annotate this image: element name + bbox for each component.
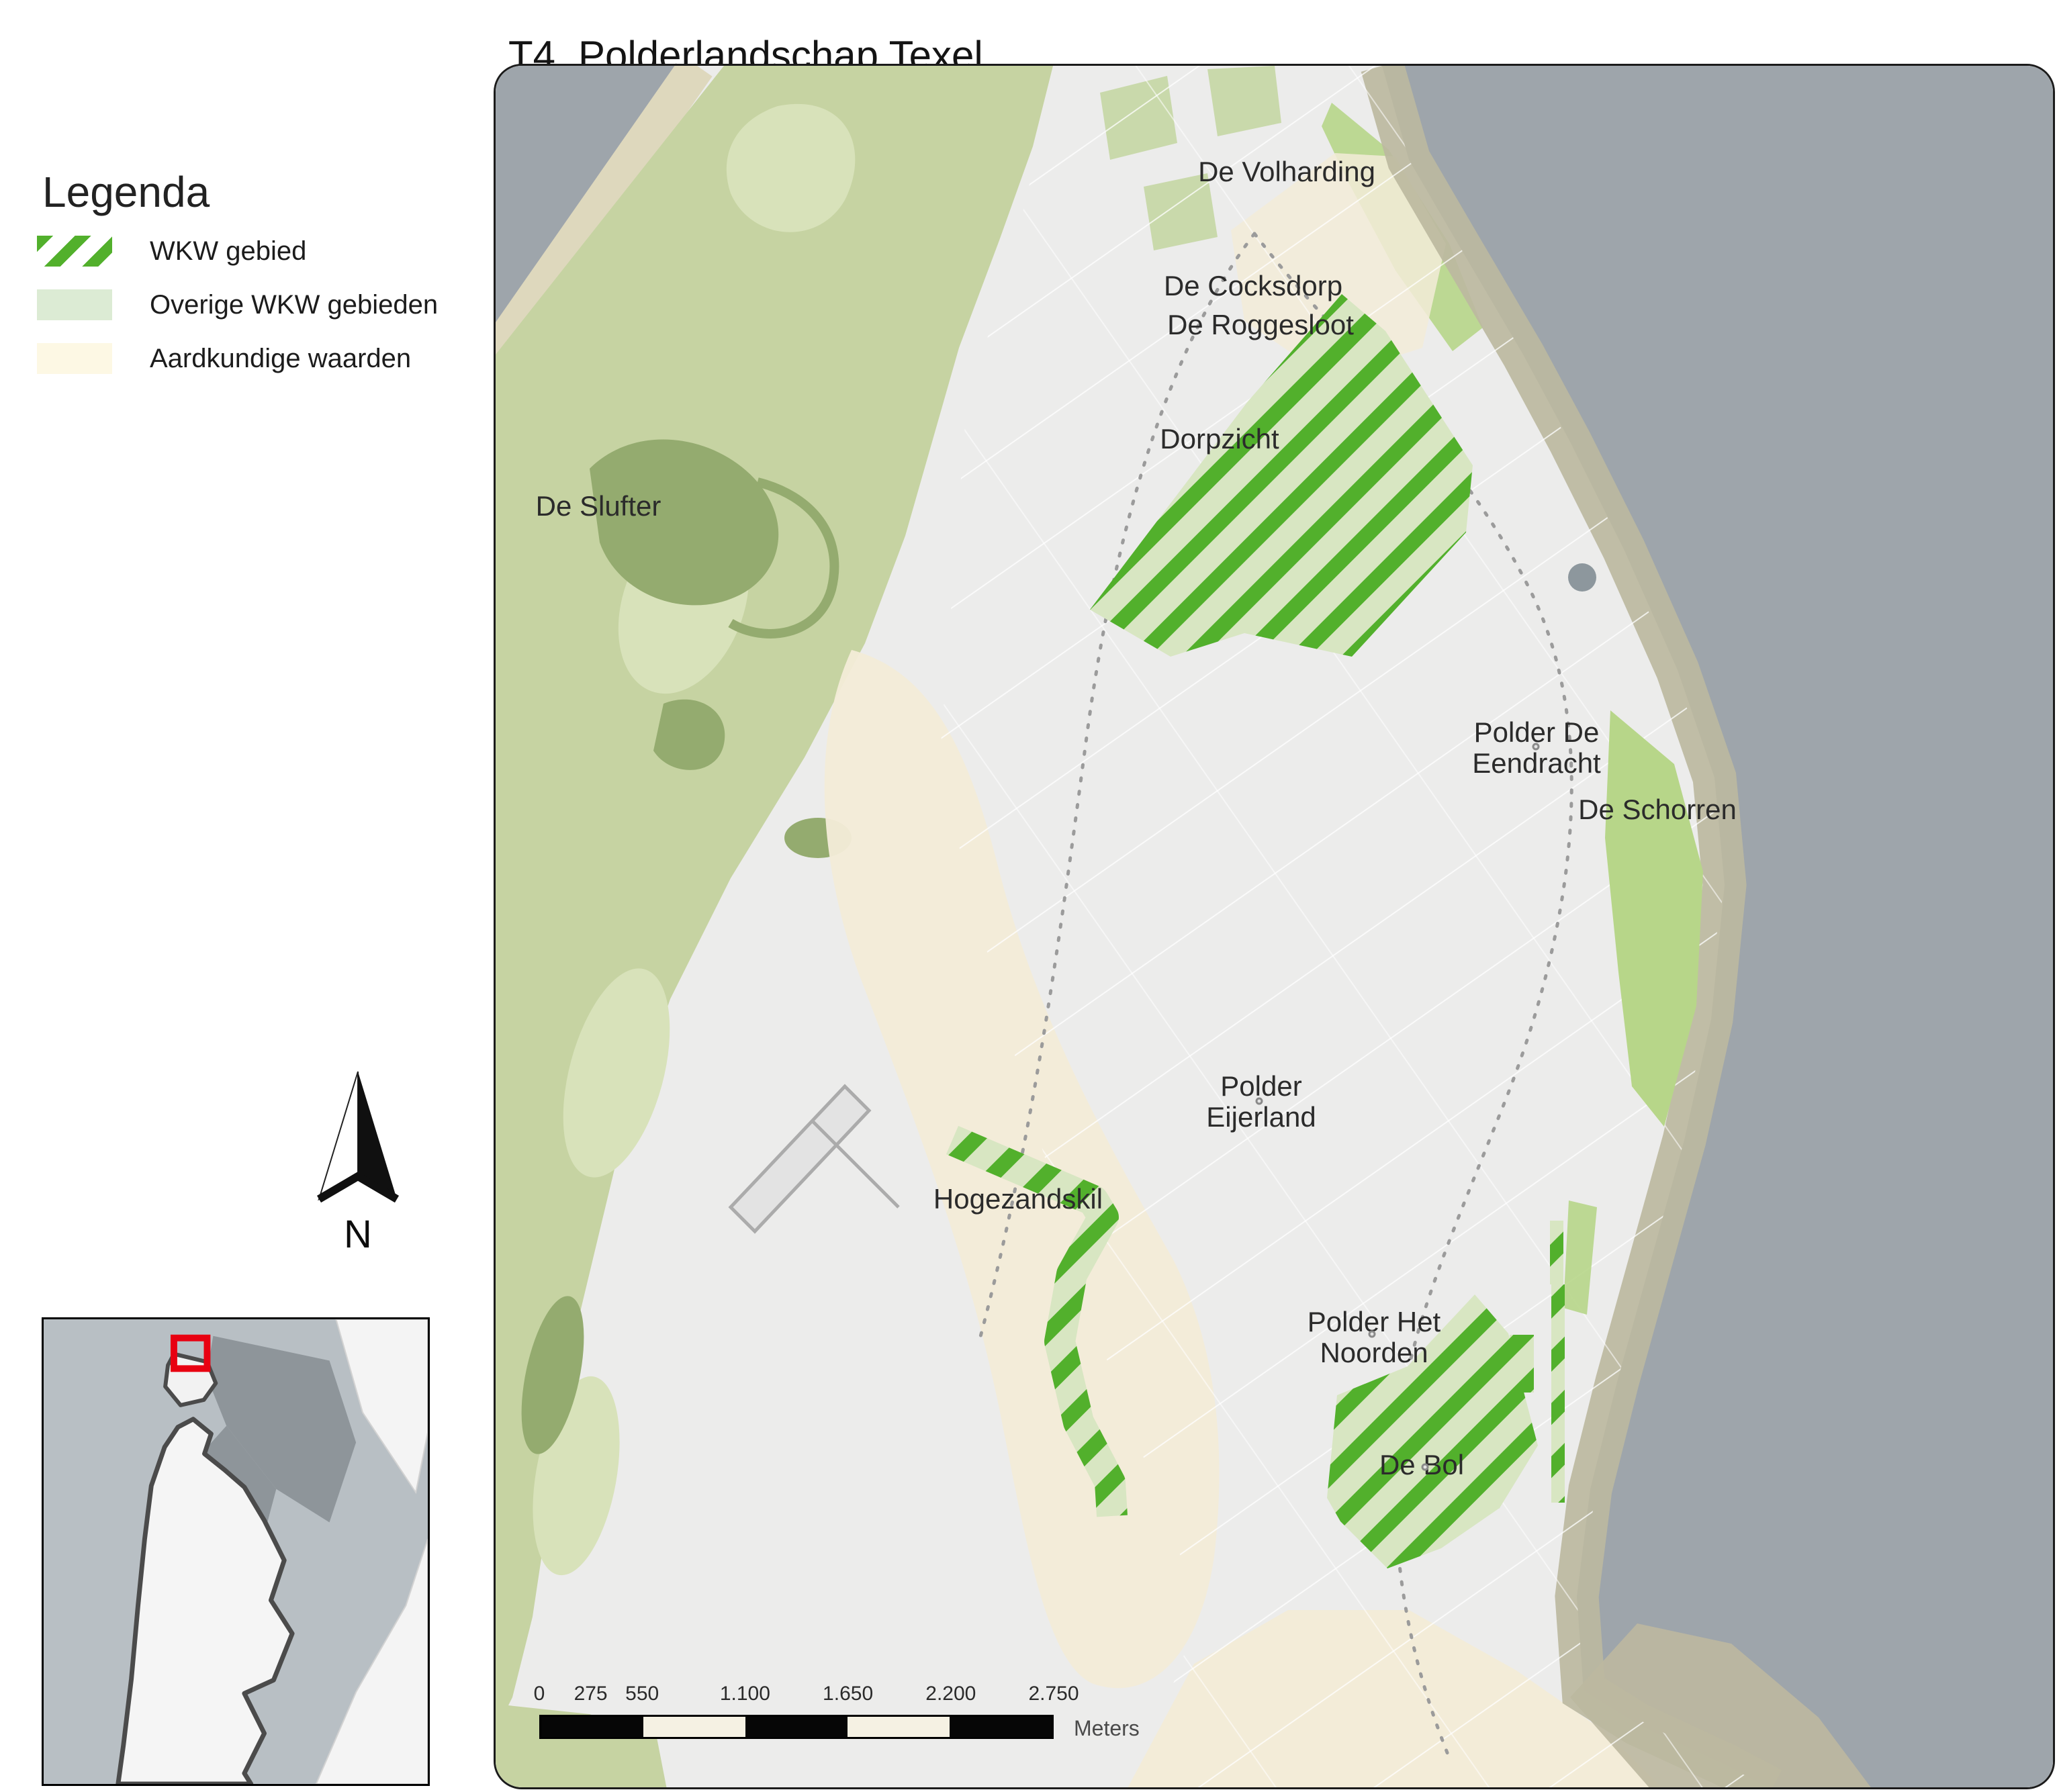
scale-bar-ticks: 0 275 550 1.100 1.650 2.200 2.750 [539,1683,1054,1708]
scale-tick: 0 [534,1683,545,1705]
coastal-pond [1568,563,1596,592]
map-label-de-slufter: De Slufter [536,491,661,522]
map-label-hogezandskil: Hogezandskil [933,1184,1103,1215]
label-line: Eijerland [1206,1102,1316,1133]
legend-items: WKW gebied Overige WKW gebieden Aardkund… [37,236,438,397]
scale-segment [643,1717,745,1737]
settlement-dot-de-bol [1422,1464,1429,1471]
map-label-de-schorren: De Schorren [1578,794,1737,825]
north-arrow-icon [306,1068,410,1212]
scale-bar-segments [539,1715,1054,1739]
scale-tick: 1.100 [720,1683,770,1705]
legend-item-overige-wkw: Overige WKW gebieden [37,289,438,320]
overige-wkw-swatch-icon [37,289,112,320]
label-line: Eendracht [1472,748,1600,779]
legend-item-label: Overige WKW gebieden [150,290,438,320]
scale-tick: 2.200 [925,1683,976,1705]
label-line: Noorden [1308,1337,1440,1368]
north-label: N [306,1212,410,1257]
scale-tick: 1.650 [823,1683,873,1705]
scale-unit-label: Meters [1074,1716,1140,1741]
inset-map [42,1317,430,1786]
map-label-de-volharding: De Volharding [1198,156,1375,187]
scale-segment [745,1717,848,1737]
settlement-dot-noorden [1369,1331,1376,1338]
scale-segment [950,1717,1052,1737]
legend-item-label: Aardkundige waarden [150,344,411,374]
map-panel: De Volharding De Cocksdorp De Roggesloot… [494,64,2055,1789]
legend-heading: Legenda [42,167,210,217]
inset-map-canvas [44,1319,428,1784]
scale-tick: 2.750 [1028,1683,1079,1705]
scale-tick: 550 [625,1683,659,1705]
wkw-dike-strip [1550,1221,1563,1284]
legend-item-wkw-gebied: WKW gebied [37,236,438,267]
settlement-dot-eijerland [1256,1098,1263,1105]
legend-item-label: WKW gebied [150,236,306,267]
map-label-dorpzicht: Dorpzicht [1160,424,1279,455]
settlement-dot-eendracht [1532,743,1540,751]
scale-segment [848,1717,950,1737]
label-line: Polder [1206,1071,1316,1102]
scale-bar: 0 275 550 1.100 1.650 2.200 2.750 Meters [539,1683,1054,1746]
map-label-de-cocksdorp: De Cocksdorp [1164,271,1342,301]
map-label-polder-het-noorden: Polder HetNoorden [1308,1307,1440,1368]
wkw-dike-strip [1551,1284,1565,1503]
legend-item-aardkundige-waarden: Aardkundige waarden [37,343,438,374]
wkw-hatch-swatch-icon [37,236,112,267]
scale-segment [541,1717,643,1737]
scale-tick: 275 [574,1683,608,1705]
north-arrow: N [306,1068,410,1257]
wkw-dike-patch [1510,1335,1534,1393]
aardkundige-swatch-icon [37,343,112,374]
map-label-de-roggesloot: De Roggesloot [1167,310,1354,340]
